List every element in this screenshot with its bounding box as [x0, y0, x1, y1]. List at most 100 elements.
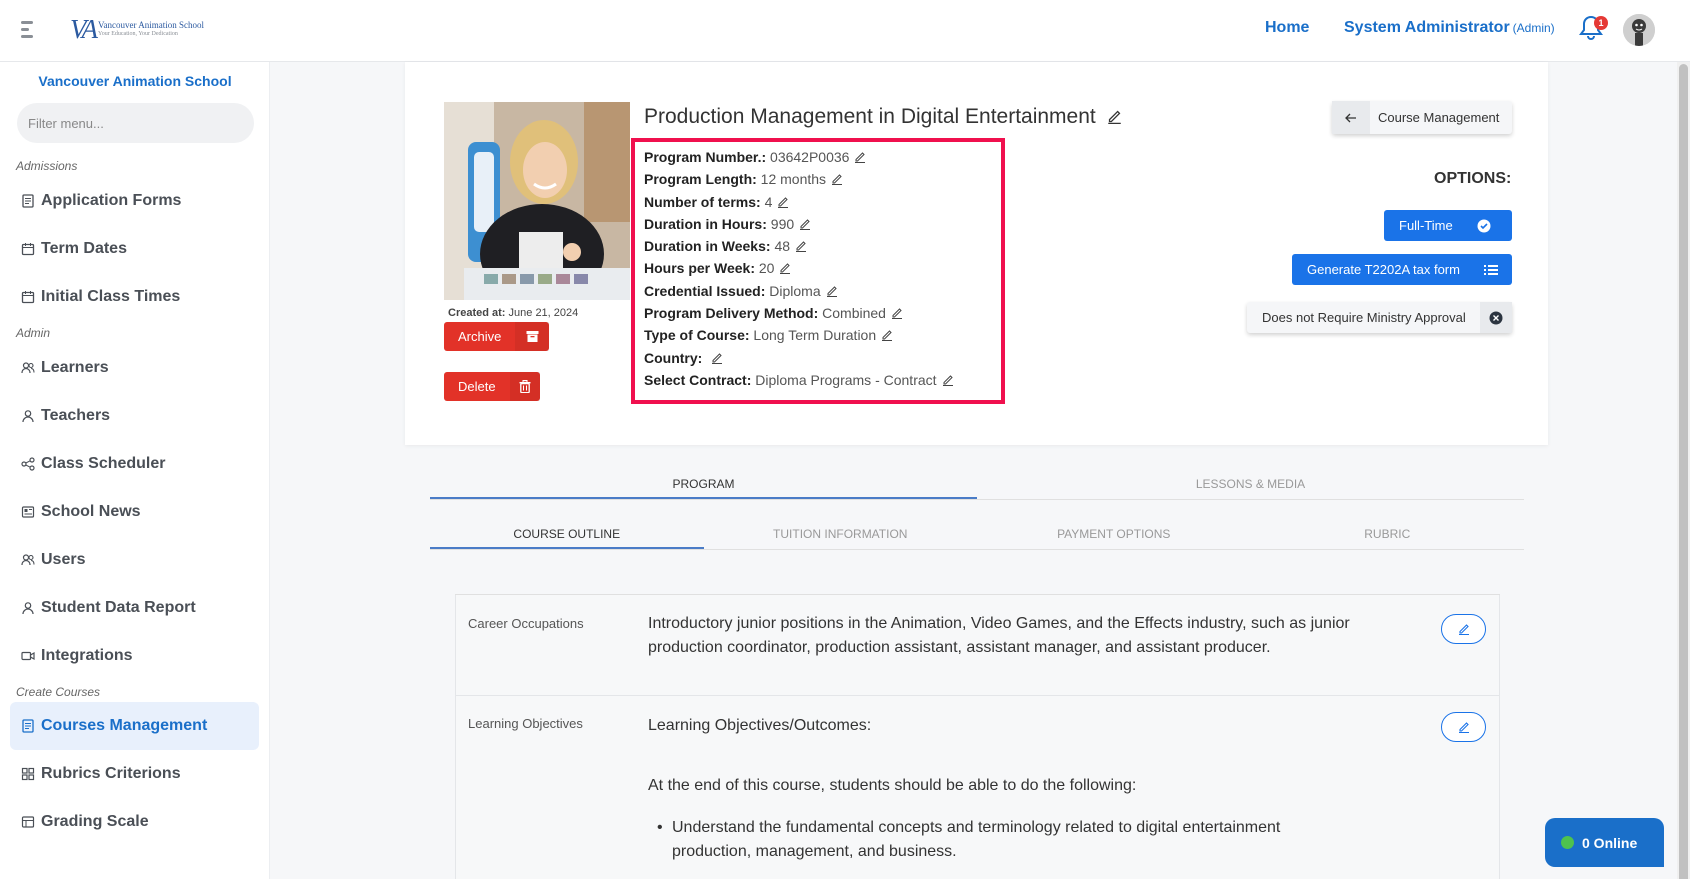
- tab-tuition-information[interactable]: TUITION INFORMATION: [704, 512, 978, 549]
- calendar-icon: [21, 243, 35, 256]
- sidebar-item-learners[interactable]: Learners: [10, 344, 259, 392]
- detail-value: 990: [770, 215, 795, 232]
- edit-pencil-icon[interactable]: [826, 285, 838, 297]
- detail-row: Program Delivery Method: Combined: [644, 302, 954, 324]
- school-logo[interactable]: VA Vancouver Animation School Your Educa…: [70, 14, 204, 45]
- sidebar-item-application-forms[interactable]: Application Forms: [10, 177, 259, 225]
- menu-toggle-icon[interactable]: [21, 21, 37, 41]
- nav-home-link[interactable]: Home: [1265, 19, 1309, 37]
- detail-row: Hours per Week: 20: [644, 257, 954, 279]
- edit-pencil-icon[interactable]: [711, 352, 723, 364]
- top-bar: VA Vancouver Animation School Your Educa…: [0, 0, 1690, 62]
- tab-lessons-media[interactable]: LESSONS & MEDIA: [977, 462, 1524, 499]
- tab-payment-options[interactable]: PAYMENT OPTIONS: [977, 512, 1251, 549]
- online-dot-icon: [1561, 836, 1574, 849]
- edit-pencil-icon[interactable]: [779, 262, 791, 275]
- detail-row: Select Contract: Diploma Programs - Cont…: [644, 369, 954, 391]
- edit-career-button[interactable]: [1441, 614, 1486, 644]
- sidebar-item-grading-scale[interactable]: Grading Scale: [10, 798, 259, 846]
- course-management-label: Course Management: [1378, 110, 1500, 125]
- edit-pencil-icon[interactable]: [1107, 109, 1122, 124]
- objectives-bullet: • Understand the fundamental concepts and…: [657, 819, 1281, 860]
- sidebar-item-label: School News: [41, 503, 141, 520]
- detail-value: 20: [758, 260, 775, 277]
- sidebar-item-term-dates[interactable]: Term Dates: [10, 225, 259, 273]
- outline-row-objectives: Learning Objectives Learning Objectives/…: [455, 696, 1500, 879]
- full-time-label: Full-Time: [1399, 218, 1453, 233]
- objectives-label: Learning Objectives: [468, 716, 583, 731]
- form-icon: [22, 194, 34, 208]
- delete-label: Delete: [458, 379, 496, 394]
- course-management-back-button[interactable]: Course Management: [1332, 101, 1512, 134]
- detail-label: Hours per Week:: [644, 260, 755, 277]
- career-label: Career Occupations: [468, 616, 584, 631]
- sidebar-item-student-data-report[interactable]: Student Data Report: [10, 584, 259, 632]
- edit-pencil-icon[interactable]: [795, 240, 807, 253]
- delete-button[interactable]: Delete: [444, 372, 540, 401]
- sidebar-item-label: Term Dates: [41, 240, 127, 257]
- sidebar-item-initial-class-times[interactable]: Initial Class Times: [10, 273, 259, 321]
- detail-label: Country:: [644, 349, 703, 366]
- objectives-bullet-text: Understand the fundamental concepts and …: [672, 819, 1281, 860]
- edit-pencil-icon[interactable]: [854, 151, 866, 163]
- generate-tax-form-button[interactable]: Generate T2202A tax form: [1292, 254, 1512, 285]
- list-icon: [1475, 254, 1507, 285]
- sidebar-item-integrations[interactable]: Integrations: [10, 632, 259, 680]
- tab-course-outline[interactable]: COURSE OUTLINE: [430, 512, 704, 549]
- detail-value: 03642P0036: [770, 149, 850, 165]
- grid-icon: [21, 767, 35, 781]
- check-circle-icon: [1468, 210, 1500, 241]
- program-title-text: Production Management in Digital Enterta…: [644, 105, 1096, 128]
- newspaper-icon: [21, 506, 35, 518]
- document-icon: [22, 719, 34, 733]
- detail-row: Credential Issued: Diploma: [644, 280, 954, 302]
- sidebar-item-rubrics-criterions[interactable]: Rubrics Criterions: [10, 750, 259, 798]
- full-time-button[interactable]: Full-Time: [1384, 210, 1512, 241]
- table-icon: [21, 816, 35, 828]
- sidebar-item-teachers[interactable]: Teachers: [10, 392, 259, 440]
- edit-pencil-icon[interactable]: [777, 196, 789, 208]
- tab-rubric[interactable]: RUBRIC: [1251, 512, 1525, 549]
- sidebar-item-label: Learners: [41, 359, 109, 376]
- sidebar-item-label: Initial Class Times: [41, 288, 181, 305]
- notification-badge: 1: [1594, 16, 1608, 30]
- filter-menu-input[interactable]: [17, 103, 254, 143]
- nav-user-link[interactable]: System Administrator (Admin): [1344, 19, 1555, 37]
- ministry-approval-badge[interactable]: Does not Require Ministry Approval: [1247, 302, 1512, 333]
- edit-pencil-icon[interactable]: [881, 329, 893, 342]
- section-admissions: Admissions: [16, 159, 78, 173]
- logo-mark: VA: [70, 14, 98, 44]
- online-status-button[interactable]: 0 Online: [1545, 818, 1664, 867]
- section-admin: Admin: [16, 326, 51, 340]
- edit-pencil-icon[interactable]: [799, 218, 811, 230]
- edit-pencil-icon[interactable]: [831, 173, 843, 186]
- ministry-label: Does not Require Ministry Approval: [1262, 310, 1466, 325]
- trash-icon: [509, 372, 540, 401]
- detail-value: Combined: [822, 305, 886, 322]
- detail-row: Duration in Weeks: 48: [644, 235, 954, 257]
- user-avatar[interactable]: [1623, 14, 1655, 46]
- section-create-courses: Create Courses: [16, 685, 101, 699]
- edit-objectives-button[interactable]: [1441, 712, 1486, 742]
- main-tabs: PROGRAM LESSONS & MEDIA: [430, 462, 1524, 500]
- sidebar-item-users[interactable]: Users: [10, 536, 259, 584]
- detail-value: Diploma Programs - Contract: [755, 371, 937, 388]
- online-count: 0 Online: [1582, 834, 1638, 851]
- tab-program[interactable]: PROGRAM: [430, 462, 977, 499]
- user-name: System Administrator: [1344, 19, 1510, 36]
- sidebar-item-school-news[interactable]: School News: [10, 488, 259, 536]
- options-title: OPTIONS:: [1434, 170, 1512, 187]
- sidebar-item-courses-management[interactable]: Courses Management: [10, 702, 259, 750]
- archive-button[interactable]: Archive: [444, 322, 550, 351]
- career-text: Introductory junior positions in the Ani…: [648, 615, 1350, 656]
- sidebar-item-label: Student Data Report: [41, 599, 196, 616]
- edit-pencil-icon[interactable]: [942, 374, 954, 386]
- detail-label: Type of Course:: [644, 327, 750, 344]
- detail-row: Type of Course: Long Term Duration: [644, 324, 954, 346]
- sidebar-item-label: Teachers: [41, 407, 111, 424]
- program-details: Program Number.: 03642P0036 Program Lengt…: [644, 146, 954, 391]
- sidebar-item-class-scheduler[interactable]: Class Scheduler: [10, 440, 259, 488]
- scrollbar-thumb[interactable]: [1679, 64, 1688, 879]
- edit-pencil-icon[interactable]: [891, 307, 903, 320]
- close-circle-icon: [1480, 302, 1512, 333]
